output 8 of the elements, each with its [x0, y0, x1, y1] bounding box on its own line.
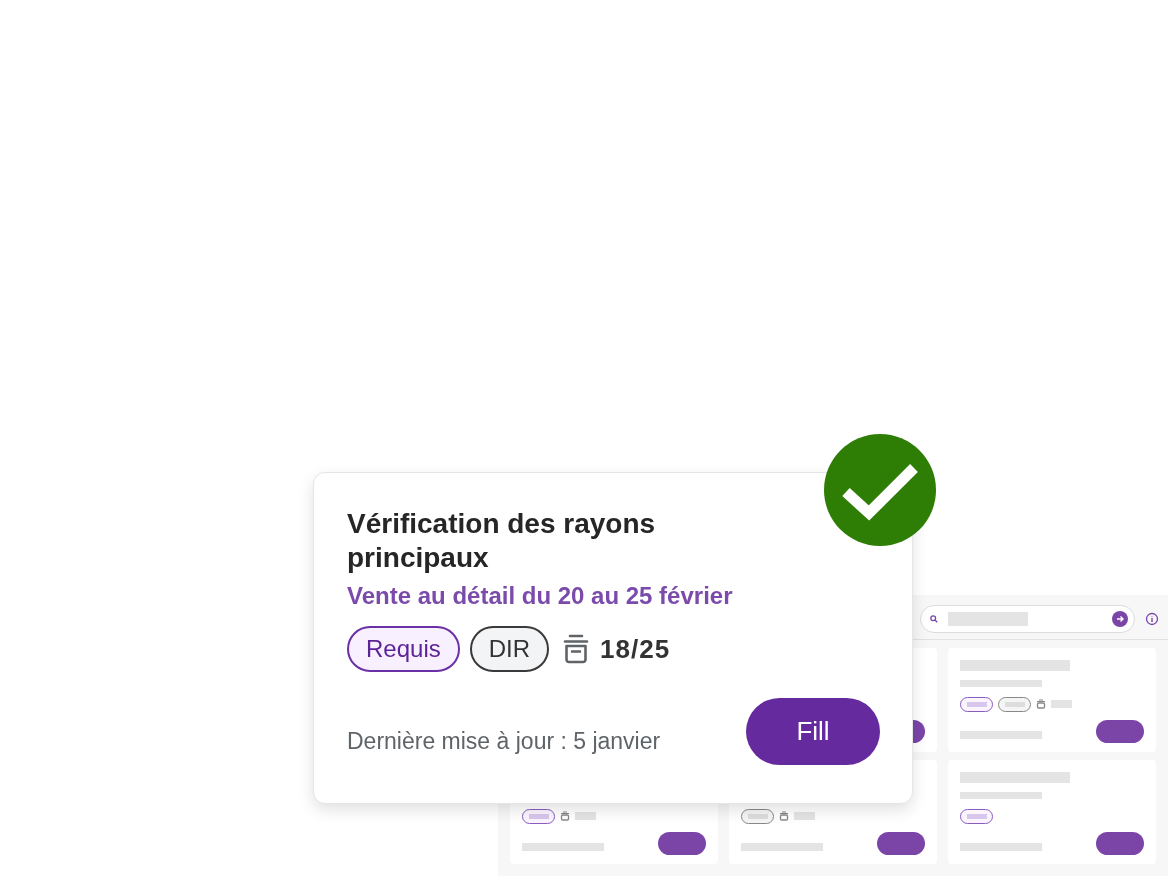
fill-button[interactable]: Fill: [746, 698, 880, 765]
tag: DIR: [469, 626, 550, 672]
last-updated-text: Dernière mise à jour : 5 janvier: [347, 728, 661, 755]
card-title: Vérification des rayons principaux: [347, 507, 657, 575]
box-icon: [562, 634, 591, 664]
tag: Requis: [347, 626, 460, 672]
item-count: 18/25: [600, 633, 671, 665]
card-subtitle: Vente au détail du 20 au 25 février: [347, 581, 734, 611]
